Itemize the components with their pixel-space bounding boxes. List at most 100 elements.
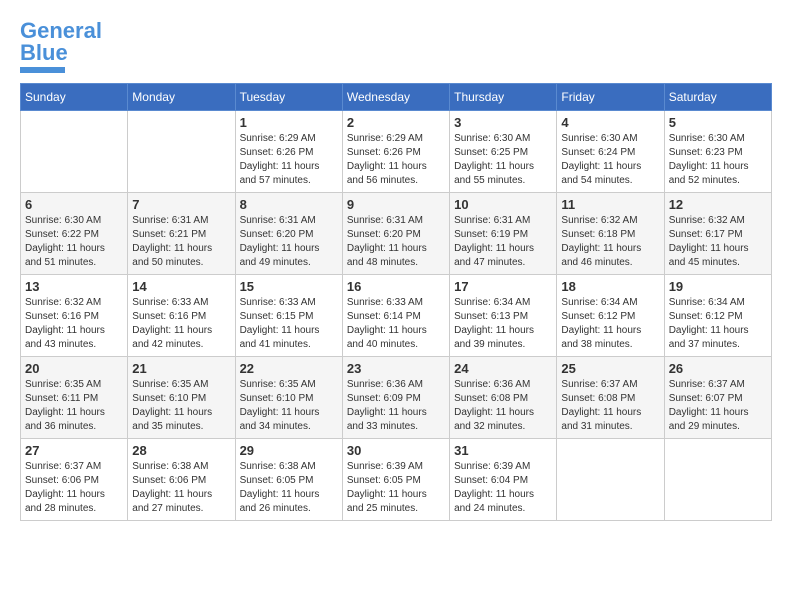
- calendar-cell: 17 Sunrise: 6:34 AM Sunset: 6:13 PM Dayli…: [450, 275, 557, 357]
- calendar-week-1: 1 Sunrise: 6:29 AM Sunset: 6:26 PM Daylig…: [21, 111, 772, 193]
- day-header-saturday: Saturday: [664, 84, 771, 111]
- day-info: Sunrise: 6:37 AM Sunset: 6:07 PM Dayligh…: [669, 378, 767, 434]
- calendar-cell: 22 Sunrise: 6:35 AM Sunset: 6:10 PM Dayli…: [235, 357, 342, 439]
- day-number: 19: [669, 279, 767, 294]
- calendar-cell: 26 Sunrise: 6:37 AM Sunset: 6:07 PM Dayli…: [664, 357, 771, 439]
- calendar-cell: 24 Sunrise: 6:36 AM Sunset: 6:08 PM Dayli…: [450, 357, 557, 439]
- calendar-cell: 3 Sunrise: 6:30 AM Sunset: 6:25 PM Daylig…: [450, 111, 557, 193]
- calendar-cell: 19 Sunrise: 6:34 AM Sunset: 6:12 PM Dayli…: [664, 275, 771, 357]
- day-number: 7: [132, 197, 230, 212]
- day-number: 29: [240, 443, 338, 458]
- day-info: Sunrise: 6:32 AM Sunset: 6:17 PM Dayligh…: [669, 214, 767, 270]
- day-header-monday: Monday: [128, 84, 235, 111]
- day-number: 9: [347, 197, 445, 212]
- day-info: Sunrise: 6:33 AM Sunset: 6:15 PM Dayligh…: [240, 296, 338, 352]
- calendar-cell: 27Sunrise: 6:37 AM Sunset: 6:06 PM Dayli…: [21, 439, 128, 521]
- logo-blue: Blue: [20, 40, 68, 65]
- day-info: Sunrise: 6:32 AM Sunset: 6:18 PM Dayligh…: [561, 214, 659, 270]
- calendar-cell: 28 Sunrise: 6:38 AM Sunset: 6:06 PM Dayli…: [128, 439, 235, 521]
- calendar-cell: 29 Sunrise: 6:38 AM Sunset: 6:05 PM Dayli…: [235, 439, 342, 521]
- day-info: Sunrise: 6:35 AM Sunset: 6:10 PM Dayligh…: [132, 378, 230, 434]
- day-number: 12: [669, 197, 767, 212]
- day-header-tuesday: Tuesday: [235, 84, 342, 111]
- day-header-thursday: Thursday: [450, 84, 557, 111]
- calendar-cell: 13 Sunrise: 6:32 AM Sunset: 6:16 PM Dayli…: [21, 275, 128, 357]
- day-number: 16: [347, 279, 445, 294]
- day-number: 10: [454, 197, 552, 212]
- calendar-cell: 5Sunrise: 6:30 AM Sunset: 6:23 PM Daylig…: [664, 111, 771, 193]
- calendar-cell: 25 Sunrise: 6:37 AM Sunset: 6:08 PM Dayli…: [557, 357, 664, 439]
- day-number: 15: [240, 279, 338, 294]
- day-number: 26: [669, 361, 767, 376]
- calendar-cell: 8Sunrise: 6:31 AM Sunset: 6:20 PM Daylig…: [235, 193, 342, 275]
- day-info: Sunrise: 6:35 AM Sunset: 6:10 PM Dayligh…: [240, 378, 338, 434]
- calendar-cell: 2 Sunrise: 6:29 AM Sunset: 6:26 PM Daylig…: [342, 111, 449, 193]
- day-info: Sunrise: 6:36 AM Sunset: 6:08 PM Dayligh…: [454, 378, 552, 434]
- day-number: 3: [454, 115, 552, 130]
- day-number: 11: [561, 197, 659, 212]
- day-number: 28: [132, 443, 230, 458]
- calendar-cell: 21 Sunrise: 6:35 AM Sunset: 6:10 PM Dayli…: [128, 357, 235, 439]
- day-info: Sunrise: 6:38 AM Sunset: 6:05 PM Dayligh…: [240, 460, 338, 516]
- calendar-header-row: SundayMondayTuesdayWednesdayThursdayFrid…: [21, 84, 772, 111]
- calendar-cell: 4Sunrise: 6:30 AM Sunset: 6:24 PM Daylig…: [557, 111, 664, 193]
- day-number: 24: [454, 361, 552, 376]
- logo-text: General Blue: [20, 20, 102, 64]
- day-number: 25: [561, 361, 659, 376]
- day-number: 22: [240, 361, 338, 376]
- day-info: Sunrise: 6:37 AM Sunset: 6:06 PM Dayligh…: [25, 460, 123, 516]
- day-number: 2: [347, 115, 445, 130]
- calendar-cell: 20Sunrise: 6:35 AM Sunset: 6:11 PM Dayli…: [21, 357, 128, 439]
- calendar-cell: 30 Sunrise: 6:39 AM Sunset: 6:05 PM Dayli…: [342, 439, 449, 521]
- calendar-week-2: 6Sunrise: 6:30 AM Sunset: 6:22 PM Daylig…: [21, 193, 772, 275]
- calendar-table: SundayMondayTuesdayWednesdayThursdayFrid…: [20, 83, 772, 521]
- day-info: Sunrise: 6:30 AM Sunset: 6:23 PM Dayligh…: [669, 132, 767, 188]
- calendar-cell: 14 Sunrise: 6:33 AM Sunset: 6:16 PM Dayli…: [128, 275, 235, 357]
- logo: General Blue: [20, 20, 102, 73]
- calendar-cell: 6Sunrise: 6:30 AM Sunset: 6:22 PM Daylig…: [21, 193, 128, 275]
- day-number: 4: [561, 115, 659, 130]
- day-info: Sunrise: 6:29 AM Sunset: 6:26 PM Dayligh…: [347, 132, 445, 188]
- day-number: 18: [561, 279, 659, 294]
- day-number: 31: [454, 443, 552, 458]
- day-number: 17: [454, 279, 552, 294]
- day-info: Sunrise: 6:32 AM Sunset: 6:16 PM Dayligh…: [25, 296, 123, 352]
- calendar-cell: 9 Sunrise: 6:31 AM Sunset: 6:20 PM Daylig…: [342, 193, 449, 275]
- day-info: Sunrise: 6:34 AM Sunset: 6:13 PM Dayligh…: [454, 296, 552, 352]
- day-info: Sunrise: 6:37 AM Sunset: 6:08 PM Dayligh…: [561, 378, 659, 434]
- logo-bar: [20, 67, 65, 73]
- day-info: Sunrise: 6:34 AM Sunset: 6:12 PM Dayligh…: [561, 296, 659, 352]
- day-number: 23: [347, 361, 445, 376]
- day-header-friday: Friday: [557, 84, 664, 111]
- page-header: General Blue: [20, 20, 772, 73]
- day-info: Sunrise: 6:31 AM Sunset: 6:19 PM Dayligh…: [454, 214, 552, 270]
- day-info: Sunrise: 6:31 AM Sunset: 6:20 PM Dayligh…: [347, 214, 445, 270]
- calendar-cell: 7 Sunrise: 6:31 AM Sunset: 6:21 PM Daylig…: [128, 193, 235, 275]
- calendar-week-3: 13 Sunrise: 6:32 AM Sunset: 6:16 PM Dayli…: [21, 275, 772, 357]
- day-info: Sunrise: 6:31 AM Sunset: 6:21 PM Dayligh…: [132, 214, 230, 270]
- day-number: 13: [25, 279, 123, 294]
- calendar-cell: 11 Sunrise: 6:32 AM Sunset: 6:18 PM Dayli…: [557, 193, 664, 275]
- day-number: 21: [132, 361, 230, 376]
- calendar-cell: 12 Sunrise: 6:32 AM Sunset: 6:17 PM Dayli…: [664, 193, 771, 275]
- day-number: 6: [25, 197, 123, 212]
- day-header-sunday: Sunday: [21, 84, 128, 111]
- day-info: Sunrise: 6:39 AM Sunset: 6:05 PM Dayligh…: [347, 460, 445, 516]
- day-info: Sunrise: 6:33 AM Sunset: 6:14 PM Dayligh…: [347, 296, 445, 352]
- calendar-week-4: 20Sunrise: 6:35 AM Sunset: 6:11 PM Dayli…: [21, 357, 772, 439]
- day-info: Sunrise: 6:36 AM Sunset: 6:09 PM Dayligh…: [347, 378, 445, 434]
- calendar-cell: 18 Sunrise: 6:34 AM Sunset: 6:12 PM Dayli…: [557, 275, 664, 357]
- day-info: Sunrise: 6:38 AM Sunset: 6:06 PM Dayligh…: [132, 460, 230, 516]
- calendar-cell: [21, 111, 128, 193]
- calendar-cell: 23 Sunrise: 6:36 AM Sunset: 6:09 PM Dayli…: [342, 357, 449, 439]
- day-number: 14: [132, 279, 230, 294]
- day-header-wednesday: Wednesday: [342, 84, 449, 111]
- calendar-cell: 1 Sunrise: 6:29 AM Sunset: 6:26 PM Daylig…: [235, 111, 342, 193]
- day-number: 1: [240, 115, 338, 130]
- day-info: Sunrise: 6:30 AM Sunset: 6:25 PM Dayligh…: [454, 132, 552, 188]
- day-number: 30: [347, 443, 445, 458]
- day-info: Sunrise: 6:34 AM Sunset: 6:12 PM Dayligh…: [669, 296, 767, 352]
- calendar-cell: [128, 111, 235, 193]
- day-info: Sunrise: 6:29 AM Sunset: 6:26 PM Dayligh…: [240, 132, 338, 188]
- day-info: Sunrise: 6:33 AM Sunset: 6:16 PM Dayligh…: [132, 296, 230, 352]
